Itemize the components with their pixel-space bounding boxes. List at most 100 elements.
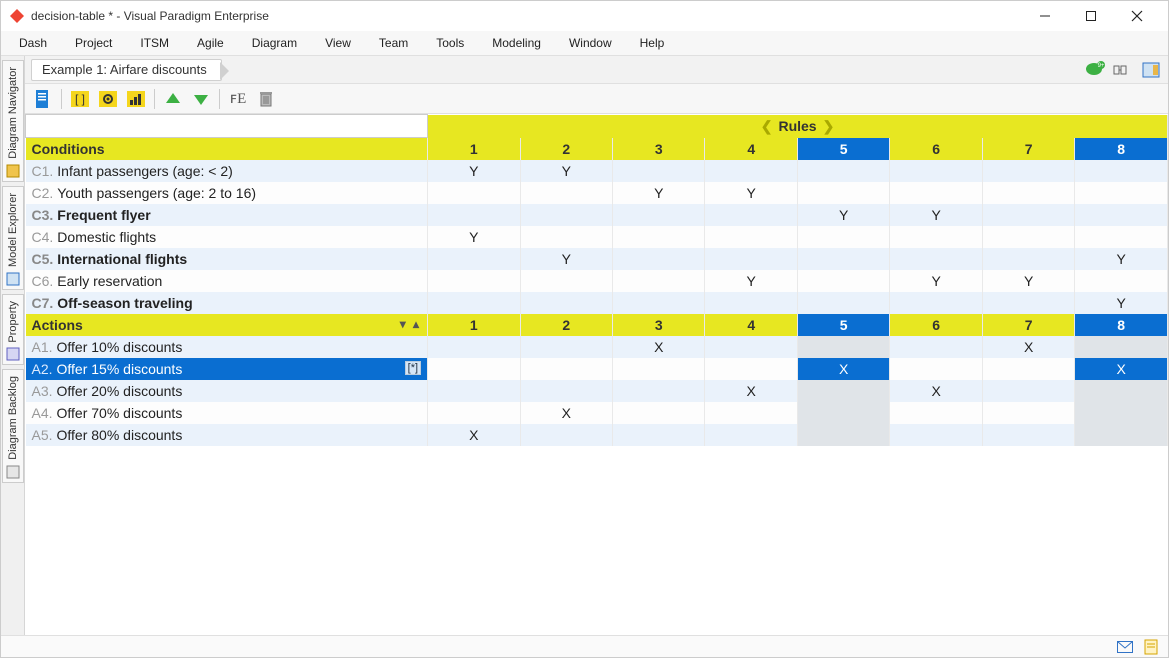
rule-col-4[interactable]: 4	[705, 314, 797, 336]
mail-icon[interactable]	[1116, 639, 1134, 655]
layout-icon[interactable]	[1112, 60, 1134, 80]
rule-col-2[interactable]: 2	[520, 138, 612, 161]
action-cell[interactable]	[428, 336, 520, 358]
condition-cell[interactable]	[797, 248, 889, 270]
condition-cell[interactable]: Y	[890, 270, 982, 292]
action-cell[interactable]	[613, 380, 705, 402]
menu-window[interactable]: Window	[555, 32, 626, 54]
action-cell[interactable]	[1075, 336, 1168, 358]
condition-row-label[interactable]: C2.Youth passengers (age: 2 to 16)	[26, 182, 428, 204]
condition-row-label[interactable]: C7.Off-season traveling	[26, 292, 428, 314]
action-cell[interactable]	[613, 358, 705, 380]
condition-cell[interactable]: Y	[982, 270, 1074, 292]
condition-cell[interactable]	[890, 182, 982, 204]
move-down-icon[interactable]	[189, 87, 213, 111]
condition-row-label[interactable]: C6.Early reservation	[26, 270, 428, 292]
action-cell[interactable]	[890, 424, 982, 446]
condition-cell[interactable]: Y	[705, 270, 797, 292]
rule-col-7[interactable]: 7	[982, 138, 1074, 161]
action-cell[interactable]	[890, 358, 982, 380]
action-cell[interactable]	[890, 336, 982, 358]
condition-row-label[interactable]: C3.Frequent flyer	[26, 204, 428, 226]
condition-cell[interactable]	[428, 248, 520, 270]
rule-col-1[interactable]: 1	[428, 314, 520, 336]
gear-icon[interactable]	[96, 87, 120, 111]
rule-col-8[interactable]: 8	[1075, 314, 1168, 336]
condition-cell[interactable]	[520, 182, 612, 204]
menu-help[interactable]: Help	[626, 32, 679, 54]
action-cell[interactable]	[1075, 380, 1168, 402]
side-tab-diagram-backlog[interactable]: Diagram Backlog	[2, 369, 24, 483]
chart-icon[interactable]	[124, 87, 148, 111]
rule-col-5[interactable]: 5	[797, 138, 889, 161]
condition-cell[interactable]: Y	[1075, 248, 1168, 270]
action-row-label[interactable]: A2.Offer 15% discounts[*]	[26, 358, 428, 380]
condition-cell[interactable]	[705, 160, 797, 182]
font-icon[interactable]: ꜰE	[226, 87, 250, 111]
menu-diagram[interactable]: Diagram	[238, 32, 311, 54]
condition-cell[interactable]	[613, 160, 705, 182]
breadcrumb[interactable]: Example 1: Airfare discounts	[31, 59, 222, 81]
condition-cell[interactable]	[982, 248, 1074, 270]
rule-col-7[interactable]: 7	[982, 314, 1074, 336]
action-cell[interactable]	[428, 380, 520, 402]
action-cell[interactable]	[705, 402, 797, 424]
condition-cell[interactable]	[705, 248, 797, 270]
condition-cell[interactable]	[705, 226, 797, 248]
condition-cell[interactable]	[613, 226, 705, 248]
condition-cell[interactable]	[982, 204, 1074, 226]
action-cell[interactable]: X	[890, 380, 982, 402]
menu-itsm[interactable]: ITSM	[126, 32, 183, 54]
panel-icon[interactable]	[1140, 60, 1162, 80]
condition-cell[interactable]: Y	[428, 226, 520, 248]
condition-cell[interactable]	[1075, 204, 1168, 226]
action-cell[interactable]: X	[613, 336, 705, 358]
side-tab-model-explorer[interactable]: Model Explorer	[2, 186, 24, 290]
condition-cell[interactable]	[520, 270, 612, 292]
action-cell[interactable]: X	[797, 358, 889, 380]
action-cell[interactable]	[428, 358, 520, 380]
action-cell[interactable]	[520, 358, 612, 380]
action-cell[interactable]	[705, 358, 797, 380]
condition-cell[interactable]	[797, 160, 889, 182]
condition-cell[interactable]	[982, 226, 1074, 248]
condition-cell[interactable]	[613, 292, 705, 314]
action-cell[interactable]	[982, 424, 1074, 446]
condition-row-label[interactable]: C5.International flights	[26, 248, 428, 270]
action-cell[interactable]	[797, 336, 889, 358]
speech-bubble-icon[interactable]: 9+	[1084, 60, 1106, 80]
condition-cell[interactable]	[797, 182, 889, 204]
condition-cell[interactable]	[428, 204, 520, 226]
condition-cell[interactable]: Y	[1075, 292, 1168, 314]
condition-cell[interactable]	[982, 182, 1074, 204]
action-cell[interactable]	[1075, 424, 1168, 446]
rule-col-6[interactable]: 6	[890, 138, 982, 161]
action-cell[interactable]	[982, 402, 1074, 424]
maximize-button[interactable]	[1068, 1, 1114, 31]
rules-header[interactable]: ❮ Rules ❯	[428, 115, 1168, 138]
action-cell[interactable]	[613, 424, 705, 446]
conditions-header[interactable]: Conditions	[26, 138, 428, 161]
condition-cell[interactable]: Y	[705, 182, 797, 204]
close-button[interactable]	[1114, 1, 1160, 31]
side-tab-property[interactable]: Property	[2, 294, 24, 366]
action-cell[interactable]	[613, 402, 705, 424]
document-icon[interactable]	[31, 87, 55, 111]
condition-cell[interactable]	[428, 270, 520, 292]
rule-col-8[interactable]: 8	[1075, 138, 1168, 161]
condition-cell[interactable]	[797, 270, 889, 292]
condition-cell[interactable]: Y	[520, 160, 612, 182]
condition-cell[interactable]	[613, 270, 705, 292]
action-cell[interactable]	[982, 358, 1074, 380]
condition-cell[interactable]	[520, 226, 612, 248]
condition-cell[interactable]	[982, 292, 1074, 314]
condition-cell[interactable]	[797, 292, 889, 314]
action-cell[interactable]	[797, 402, 889, 424]
action-row-label[interactable]: A3.Offer 20% discounts	[26, 380, 428, 402]
action-cell[interactable]: X	[705, 380, 797, 402]
rule-col-3[interactable]: 3	[613, 138, 705, 161]
rule-col-5[interactable]: 5	[797, 314, 889, 336]
condition-cell[interactable]	[520, 204, 612, 226]
rule-col-6[interactable]: 6	[890, 314, 982, 336]
condition-cell[interactable]	[705, 292, 797, 314]
